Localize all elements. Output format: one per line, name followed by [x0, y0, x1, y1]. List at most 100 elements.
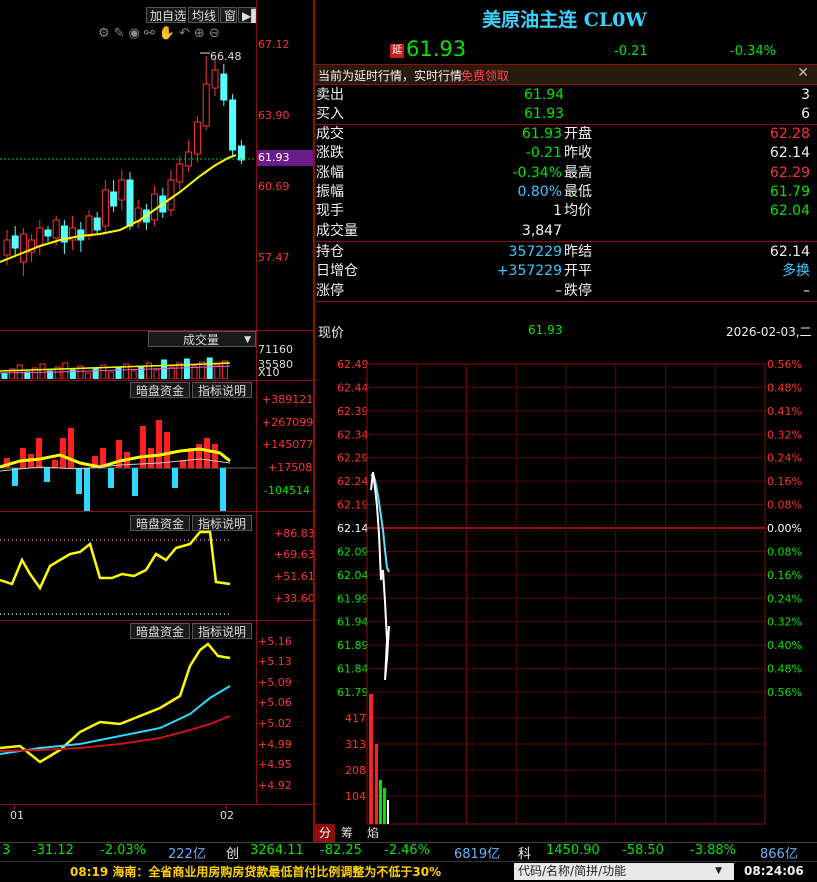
left-axis-divider: [256, 0, 257, 805]
pct-tick: 0.16%: [767, 475, 802, 488]
indicator-2-label: +69.63: [274, 548, 315, 561]
volume-chart[interactable]: [0, 349, 256, 379]
ticker-a-pct: -2.03%: [100, 843, 146, 858]
pen-icon[interactable]: ✎: [114, 26, 129, 41]
index-ticker[interactable]: 3 -31.12 -2.03% 222亿 创 3264.11 -82.25 -2…: [0, 842, 817, 862]
tab-flame[interactable]: 焰: [363, 824, 383, 842]
dark-fund-button[interactable]: 暗盘资金: [130, 515, 190, 531]
ticker-a-amount: 222亿: [168, 847, 206, 862]
ticker-c-amount: 866亿: [760, 847, 798, 862]
volume-bar: [16, 364, 23, 379]
clock: 08:24:06: [744, 864, 804, 878]
zoom-in-icon[interactable]: ⊕: [194, 26, 209, 41]
collapse-icon[interactable]: ▶▌: [238, 7, 260, 23]
link-icon[interactable]: ⚯: [144, 26, 159, 41]
ma-line-button[interactable]: 均线: [188, 7, 219, 23]
divider: [315, 301, 817, 302]
quote-change: -0.21: [614, 44, 648, 59]
indicator-panel-2[interactable]: 暗盘资金 指标说明 +86.83 +69.63 +51.61 +33.60: [0, 512, 315, 620]
stat-label: 振幅: [316, 183, 344, 200]
volume-bar: [379, 780, 382, 824]
chevron-down-icon[interactable]: ▼: [715, 863, 722, 880]
indicator-bar: [220, 468, 226, 511]
ticker-a-value: 3: [2, 843, 11, 858]
chevron-down-icon: ▼: [244, 335, 251, 345]
close-icon[interactable]: ✕: [797, 65, 809, 81]
price-tick: 62.49: [337, 358, 369, 371]
kline-panel[interactable]: 加自选 均线 窗 ▶▌ ⚙✎◉⚯✋↶⊕⊖ 67.12 63.90 61.93 6…: [0, 0, 314, 330]
pct-tick: 0.24%: [767, 452, 802, 465]
price-tick: 61.99: [337, 592, 369, 605]
volume-tick: 208: [345, 764, 366, 777]
undo-icon[interactable]: ↶: [179, 26, 194, 41]
volume-panel[interactable]: 成交量 ▼ 71160 35580 X10: [0, 331, 313, 381]
kline-chart[interactable]: [0, 40, 256, 300]
stat-value: 357229: [508, 244, 562, 260]
stat-value: 62.29: [769, 164, 810, 181]
x-axis-label: 02: [220, 809, 234, 822]
news-headline[interactable]: 08:19 海南：全省商业用房购房贷款最低首付比例调整为不低于30%: [70, 863, 441, 880]
candle-body: [3, 239, 11, 256]
stat-value: –: [803, 282, 810, 299]
zoom-out-icon[interactable]: ⊖: [209, 26, 224, 41]
indicator-panel-3[interactable]: 暗盘资金 指标说明 +5.16 +5.13 +5.09 +5.06 +5.02 …: [0, 621, 313, 804]
eye-icon[interactable]: ◉: [129, 26, 144, 41]
indicator-1-label: +145077: [262, 438, 314, 451]
indicator-bar: [212, 444, 218, 468]
pct-tick: 0.48%: [767, 663, 802, 676]
tab-fenshi[interactable]: 分: [315, 824, 335, 842]
x-axis: 01 02: [0, 804, 313, 825]
kline-high-marker: 66.48: [210, 50, 242, 63]
hand-icon[interactable]: ✋: [159, 26, 179, 41]
indicator-2-label: +33.60: [274, 592, 315, 605]
volume-bar: [387, 800, 389, 824]
stat-label: 现手: [316, 203, 344, 220]
gear-icon[interactable]: ⚙: [98, 26, 114, 41]
price-tick: 62.19: [337, 499, 369, 512]
indicator-1-label: +389121: [262, 393, 314, 406]
indicator-panel-1[interactable]: 暗盘资金 指标说明 +389121 +267099 +145077 +17508…: [0, 381, 313, 511]
quote-stat-row: 成交量 3,847: [316, 222, 813, 241]
kline-price-label: 57.47: [258, 251, 290, 264]
tab-chips[interactable]: 筹: [337, 824, 357, 842]
pct-tick: 0.00%: [767, 522, 802, 535]
quote-stat-row: 现手 1 均价 62.04: [316, 202, 813, 221]
indicator-help-button[interactable]: 指标说明: [192, 515, 252, 531]
quote-price: 61.93: [406, 37, 467, 61]
intraday-chart[interactable]: 62.49 0.56% 62.44 0.48% 62.39 0.41% 62.34 0.32%…: [315, 340, 817, 826]
volume-bar: [1, 372, 8, 379]
candle-body: [237, 145, 245, 161]
indicator-bar: [204, 438, 210, 468]
indicator-2-chart[interactable]: [0, 530, 256, 620]
stat-label: 涨幅: [316, 164, 344, 181]
free-access-link[interactable]: 免费领取: [461, 67, 509, 84]
indicator-help-button[interactable]: 指标说明: [192, 382, 252, 398]
volume-bar: [39, 363, 46, 379]
indicator-2-label: +86.83: [274, 527, 315, 540]
candle-body: [36, 227, 44, 247]
quote-stat-row: 日增仓 +357229 开平 多换: [316, 262, 813, 281]
pct-tick: 0.56%: [767, 686, 802, 699]
volume-selector[interactable]: 成交量 ▼: [148, 331, 256, 347]
news-bar: 08:19 海南：全省商业用房购房贷款最低首付比例调整为不低于30% 代码/名称…: [0, 861, 817, 882]
indicator-bar: [12, 468, 18, 486]
stat-value: 多换: [782, 263, 810, 280]
ticker-b-value: 3264.11: [250, 843, 304, 858]
stat-label: 最高: [564, 164, 592, 181]
volume-bar: [161, 359, 168, 379]
volume-bar: [130, 370, 137, 379]
stat-value: 0.80%: [517, 183, 562, 200]
indicator-3-label: +5.09: [258, 676, 292, 689]
dark-fund-button[interactable]: 暗盘资金: [130, 382, 190, 398]
order-book-sell: 卖出 61.94 3: [316, 87, 810, 103]
stat-label: 持仓: [316, 244, 344, 260]
indicator-1-chart[interactable]: [0, 401, 256, 511]
window-button[interactable]: 窗: [220, 7, 237, 23]
add-watch-button[interactable]: 加自选: [146, 7, 186, 23]
volume-tick: 104: [345, 790, 366, 803]
search-input[interactable]: 代码/名称/简拼/功能 ▼: [514, 863, 734, 880]
indicator-bar: [116, 440, 122, 468]
volume-bar: [153, 369, 160, 379]
indicator-3-chart[interactable]: [0, 636, 256, 801]
indicator-3-label: +4.95: [258, 758, 292, 771]
